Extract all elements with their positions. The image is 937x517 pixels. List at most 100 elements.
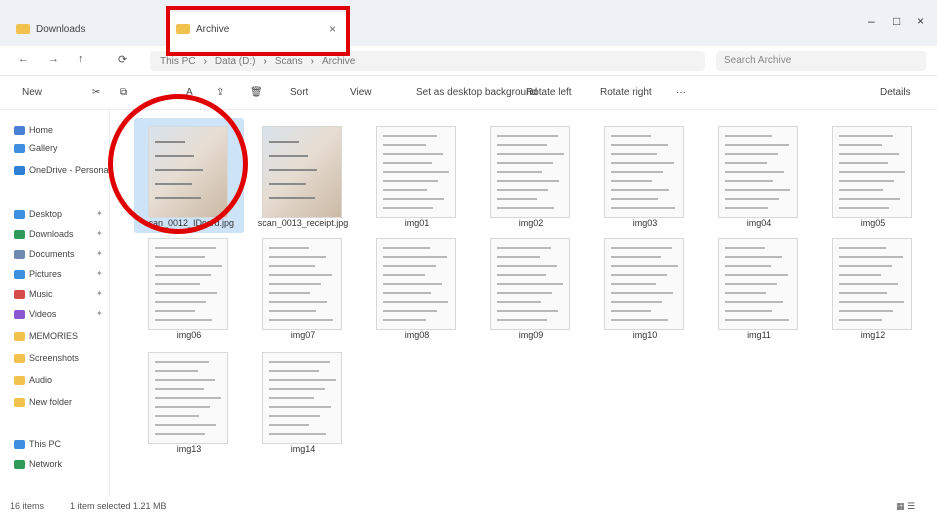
- sidebar-item[interactable]: Documents: [14, 246, 75, 262]
- file-name: img01: [404, 218, 430, 228]
- rotate-right-button[interactable]: Rotate right: [600, 87, 652, 98]
- thumbnail-text-line: [269, 169, 317, 171]
- thumbnail-text-line: [497, 180, 559, 182]
- minimize-button[interactable]: –: [868, 14, 875, 28]
- sidebar-item[interactable]: Music: [14, 286, 53, 302]
- rename-icon[interactable]: A: [186, 87, 193, 98]
- thumbnail-text-line: [269, 247, 309, 249]
- file-tile[interactable]: img04: [704, 118, 814, 233]
- file-tile[interactable]: img14: [248, 344, 358, 459]
- file-thumbnail: [148, 126, 228, 218]
- file-tile[interactable]: img12: [818, 230, 928, 345]
- sidebar-item[interactable]: Desktop: [14, 206, 62, 222]
- thumbnail-text-line: [725, 207, 768, 209]
- thumbnail-text-line: [497, 247, 551, 249]
- sidebar-item[interactable]: Network: [14, 456, 62, 472]
- file-thumbnail: [718, 238, 798, 330]
- tab-label: Downloads: [36, 23, 86, 35]
- up-button[interactable]: ↑: [78, 53, 84, 65]
- forward-button[interactable]: →: [48, 53, 59, 65]
- thumbnail-text-line: [383, 162, 432, 164]
- file-tile[interactable]: scan_0013_receipt.jpg: [248, 118, 358, 233]
- status-bar: 16 items 1 item selected 1.21 MB ▦ ☰: [0, 495, 937, 517]
- sidebar-item-label: Documents: [29, 249, 75, 259]
- sort-button[interactable]: Sort: [290, 87, 308, 98]
- file-tile[interactable]: img13: [134, 344, 244, 459]
- breadcrumb-segment[interactable]: Archive: [322, 56, 355, 67]
- sidebar-item[interactable]: OneDrive - Personal: [14, 162, 111, 178]
- thumbnail-text-line: [269, 301, 327, 303]
- pin-icon: ✦: [96, 289, 103, 298]
- thumbnail-text-line: [155, 397, 221, 399]
- sidebar-item[interactable]: This PC: [14, 436, 61, 452]
- close-window-button[interactable]: ×: [917, 14, 924, 28]
- thumbnail-text-line: [611, 153, 657, 155]
- tab-label: Archive: [196, 23, 230, 35]
- delete-icon[interactable]: 🗑: [250, 87, 263, 98]
- thumbnail-text-line: [611, 301, 662, 303]
- breadcrumb-separator-icon: ›: [203, 55, 207, 67]
- sidebar-item-label: Videos: [29, 309, 57, 319]
- breadcrumb-segment[interactable]: Data (D:): [215, 56, 256, 67]
- sidebar-item[interactable]: Home: [14, 122, 53, 138]
- more-options-button[interactable]: ···: [676, 87, 686, 98]
- rotate-left-button[interactable]: Rotate left: [526, 87, 572, 98]
- thumbnail-text-line: [839, 153, 899, 155]
- back-button[interactable]: ←: [18, 53, 29, 65]
- file-tile[interactable]: img02: [476, 118, 586, 233]
- cut-icon[interactable]: ✂: [92, 87, 100, 98]
- download-icon: [14, 229, 25, 239]
- sidebar-item[interactable]: Gallery: [14, 140, 58, 156]
- file-tile[interactable]: img06: [134, 230, 244, 345]
- share-icon[interactable]: ⇪: [216, 87, 224, 98]
- breadcrumb-segment[interactable]: Scans: [275, 56, 303, 67]
- set-background-button[interactable]: Set as desktop background: [416, 87, 537, 98]
- file-tile[interactable]: img07: [248, 230, 358, 345]
- tab-archive[interactable]: Archive ×: [166, 12, 350, 46]
- pin-icon: ✦: [96, 269, 103, 278]
- close-tab-icon[interactable]: ×: [329, 22, 336, 36]
- new-button[interactable]: New: [22, 87, 42, 98]
- file-tile[interactable]: img09: [476, 230, 586, 345]
- command-bar: New ✂ ⧉ A ⇪ 🗑 Sort View Set as desktop b…: [0, 76, 937, 110]
- folder-icon: [14, 331, 25, 341]
- sidebar-item[interactable]: Screenshots: [14, 350, 79, 366]
- breadcrumb-segment[interactable]: This PC: [160, 56, 196, 67]
- sidebar-item-label: Screenshots: [29, 353, 80, 363]
- thumbnail-text-line: [269, 274, 332, 276]
- address-bar[interactable]: This PC › Data (D:) › Scans › Archive: [150, 51, 705, 71]
- file-tile[interactable]: img11: [704, 230, 814, 345]
- thumbnail-text-line: [269, 197, 315, 199]
- view-toggle-icon[interactable]: ▦ ☰: [896, 501, 915, 512]
- sidebar-item[interactable]: New folder: [14, 394, 72, 410]
- file-thumbnail: [604, 238, 684, 330]
- maximize-button[interactable]: □: [893, 14, 900, 28]
- file-tile[interactable]: img05: [818, 118, 928, 233]
- file-tile[interactable]: img08: [362, 230, 472, 345]
- thumbnail-text-line: [839, 171, 905, 173]
- sidebar-item[interactable]: Videos: [14, 306, 56, 322]
- sidebar-item[interactable]: Downloads: [14, 226, 74, 242]
- file-tile[interactable]: img01: [362, 118, 472, 233]
- file-name: img07: [290, 330, 316, 340]
- refresh-button[interactable]: ⟳: [118, 53, 127, 66]
- sidebar-item[interactable]: MEMORIES: [14, 328, 78, 344]
- file-tile[interactable]: img10: [590, 230, 700, 345]
- thumbnail-text-line: [383, 198, 444, 200]
- thumbnail-text-line: [383, 144, 426, 146]
- pin-icon: ✦: [96, 249, 103, 258]
- sidebar-item[interactable]: Audio: [14, 372, 52, 388]
- details-button[interactable]: Details: [880, 87, 911, 98]
- sidebar-item[interactable]: Pictures: [14, 266, 62, 282]
- desktop-icon: [14, 209, 25, 219]
- view-button[interactable]: View: [350, 87, 372, 98]
- documents-icon: [14, 249, 25, 259]
- file-tile[interactable]: scan_0012_IDcard.jpg: [134, 118, 244, 233]
- search-input[interactable]: Search Archive: [716, 51, 926, 71]
- thumbnail-text-line: [725, 171, 784, 173]
- thumbnail-text-line: [155, 379, 215, 381]
- file-grid: scan_0012_IDcard.jpg scan_0013_receipt.jp…: [112, 110, 937, 495]
- file-tile[interactable]: img03: [590, 118, 700, 233]
- tab-downloads[interactable]: Downloads: [6, 12, 134, 46]
- copy-icon[interactable]: ⧉: [120, 87, 127, 98]
